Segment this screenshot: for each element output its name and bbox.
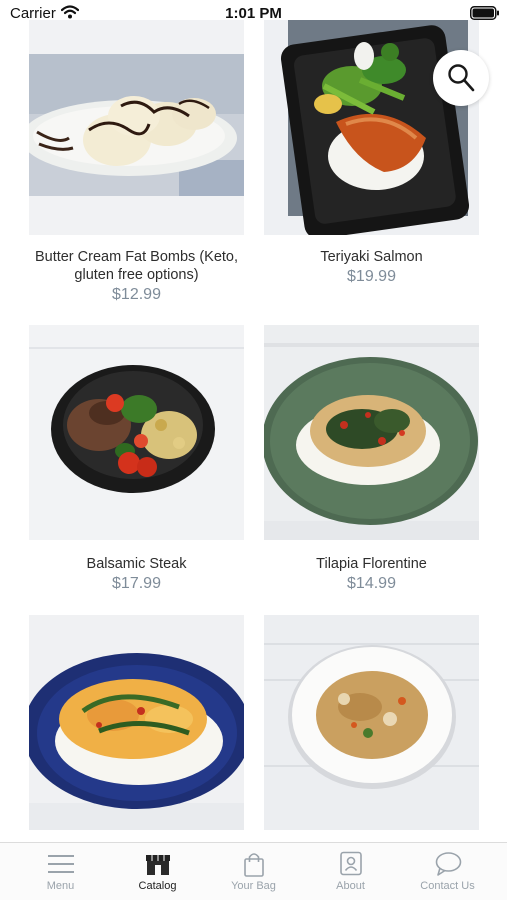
tab-contact-us[interactable]: Contact Us: [397, 843, 498, 900]
product-card-fat-bombs[interactable]: Butter Cream Fat Bombs (Keto, gluten fre…: [29, 20, 244, 310]
tab-menu[interactable]: Menu: [10, 843, 111, 900]
product-image[interactable]: [29, 325, 244, 540]
product-card-balsamic-steak[interactable]: Balsamic Steak $17.99: [29, 325, 244, 597]
teriyaki-salmon-photo: [264, 20, 479, 235]
search-icon: [448, 64, 475, 92]
product-name: Tilapia Florentine: [316, 556, 427, 572]
product-price: $14.99: [347, 575, 396, 592]
tab-your-bag[interactable]: Your Bag: [203, 843, 304, 900]
tab-label: About: [336, 880, 365, 892]
product-image[interactable]: [264, 615, 479, 830]
product-image[interactable]: [264, 20, 479, 235]
battery-icon: [470, 6, 499, 20]
contact-card-icon: [340, 851, 362, 876]
shopping-bag-icon: [244, 853, 264, 877]
tilapia-florentine-photo: [264, 325, 479, 540]
product-price: $17.99: [112, 575, 161, 592]
hamburger-menu-icon: [48, 855, 74, 873]
tab-label: Your Bag: [231, 880, 276, 892]
clock: 1:01 PM: [225, 5, 282, 22]
product-card-shrimp-rice[interactable]: [29, 615, 244, 830]
search-button[interactable]: [433, 50, 489, 106]
product-card-tilapia-florentine[interactable]: Tilapia Florentine $14.99: [264, 325, 479, 597]
product-name: Teriyaki Salmon: [320, 249, 423, 265]
tab-catalog[interactable]: Catalog: [107, 843, 208, 900]
product-name: Butter Cream Fat Bombs (Keto, gluten fre…: [34, 249, 239, 283]
shrimp-rice-blue-plate-photo: [29, 615, 244, 830]
tab-label: Catalog: [138, 880, 177, 892]
speech-bubble-icon: [435, 852, 462, 876]
storefront-icon: [146, 855, 170, 875]
product-image[interactable]: [29, 615, 244, 830]
fat-bombs-photo: [29, 20, 244, 235]
balsamic-steak-photo: [29, 325, 244, 540]
product-price: $12.99: [112, 286, 161, 303]
fried-rice-white-bowl-photo: [264, 615, 479, 830]
product-image[interactable]: [29, 20, 244, 235]
tab-about[interactable]: About: [300, 843, 401, 900]
tab-label: Contact Us: [420, 880, 475, 892]
product-price: $19.99: [347, 268, 396, 285]
product-card-fried-rice[interactable]: [264, 615, 479, 830]
product-catalog-grid[interactable]: Butter Cream Fat Bombs (Keto, gluten fre…: [0, 0, 507, 842]
tab-label: Menu: [46, 880, 75, 892]
status-bar: Carrier 1:01 PM: [0, 0, 507, 28]
product-name: Balsamic Steak: [86, 556, 187, 572]
tab-bar: Menu Catalog Your Bag About Contact Us: [0, 842, 507, 900]
product-image[interactable]: [264, 325, 479, 540]
